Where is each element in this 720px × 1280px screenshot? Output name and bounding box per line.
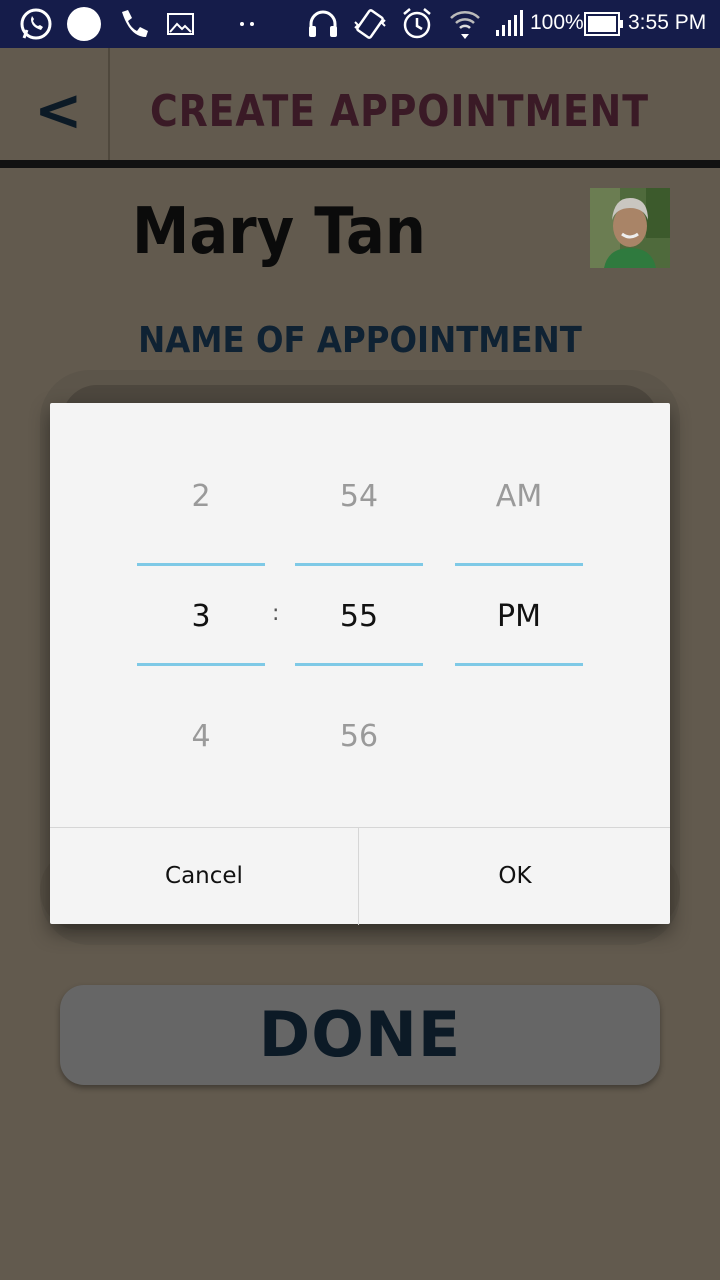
hour-next[interactable]: 4 — [137, 719, 265, 754]
header-divider — [0, 160, 720, 168]
hour-prev[interactable]: 2 — [137, 479, 265, 514]
patient-name: Mary Tan — [132, 195, 426, 269]
avatar[interactable] — [590, 188, 670, 268]
ampm-selection-line-top — [455, 563, 583, 566]
alarm-icon — [403, 8, 431, 39]
appointment-name-label: NAME OF APPOINTMENT — [138, 320, 582, 361]
done-button[interactable]: DONE — [60, 985, 660, 1085]
minute-selection-line-bottom — [295, 663, 423, 666]
circle-icon — [67, 7, 101, 41]
status-time: 3:55 PM — [628, 11, 707, 34]
minute-prev[interactable]: 54 — [295, 479, 423, 514]
ampm-selection-line-bottom — [455, 663, 583, 666]
ampm-prev[interactable]: AM — [455, 479, 583, 514]
minute-selection-line-top — [295, 563, 423, 566]
page-title: CREATE APPOINTMENT — [150, 86, 649, 137]
dots-icon — [240, 22, 254, 26]
hour-selection-line-top — [137, 563, 265, 566]
done-label: DONE — [258, 998, 462, 1071]
image-icon — [167, 13, 194, 35]
time-separator: : — [272, 601, 280, 626]
ampm-selected[interactable]: PM — [455, 599, 583, 634]
avatar-photo — [590, 188, 670, 268]
dialog-buttons: Cancel OK — [50, 827, 670, 925]
whatsapp-icon — [20, 8, 52, 40]
minute-selected[interactable]: 55 — [295, 599, 423, 634]
battery-percent: 100% — [530, 11, 584, 34]
status-bar: 100% 3:55 PM — [0, 0, 720, 48]
hour-selected[interactable]: 3 — [137, 599, 265, 634]
headphones-icon — [309, 10, 337, 37]
time-picker-dialog: 2 3 4 : 54 55 56 AM PM Cancel OK — [50, 403, 670, 925]
cancel-button[interactable]: Cancel — [50, 828, 359, 925]
battery-icon — [584, 12, 623, 36]
signal-icon — [496, 10, 523, 36]
back-button[interactable]: < — [0, 48, 110, 160]
app-header: < CREATE APPOINTMENT — [0, 48, 720, 160]
ok-button[interactable]: OK — [360, 828, 670, 925]
wifi-icon — [450, 11, 480, 39]
minute-next[interactable]: 56 — [295, 719, 423, 754]
back-arrow-icon: < — [34, 76, 83, 144]
phone-icon — [122, 10, 148, 37]
hour-selection-line-bottom — [137, 663, 265, 666]
vibrate-icon — [354, 9, 386, 39]
